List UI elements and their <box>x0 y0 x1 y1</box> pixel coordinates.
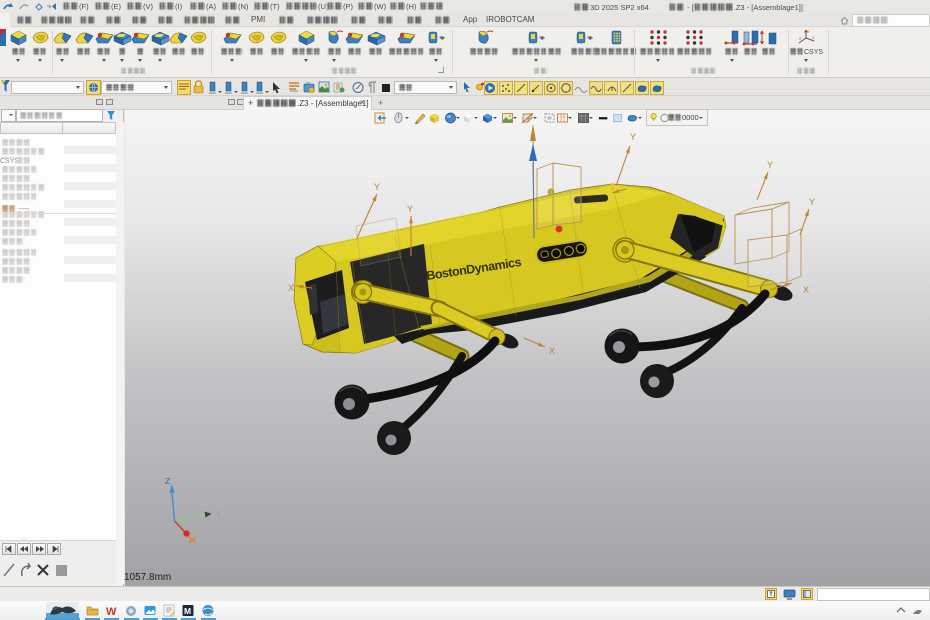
svg-text:M: M <box>184 606 191 616</box>
svg-text:Y: Y <box>807 29 810 34</box>
svg-text:X: X <box>812 35 815 40</box>
svg-text:Y: Y <box>216 510 222 519</box>
svg-text:W: W <box>106 606 117 617</box>
svg-text:Y: Y <box>767 160 773 170</box>
svg-text:Z: Z <box>165 476 170 486</box>
svg-text:Y: Y <box>374 182 380 192</box>
svg-text:Y: Y <box>407 204 413 214</box>
svg-text:Y: Y <box>630 132 636 142</box>
svg-text:X: X <box>288 283 294 293</box>
svg-text:Y: Y <box>809 197 815 207</box>
svg-text:X: X <box>549 346 555 356</box>
svg-text:X: X <box>803 285 809 295</box>
svg-text:Z: Z <box>799 36 802 41</box>
